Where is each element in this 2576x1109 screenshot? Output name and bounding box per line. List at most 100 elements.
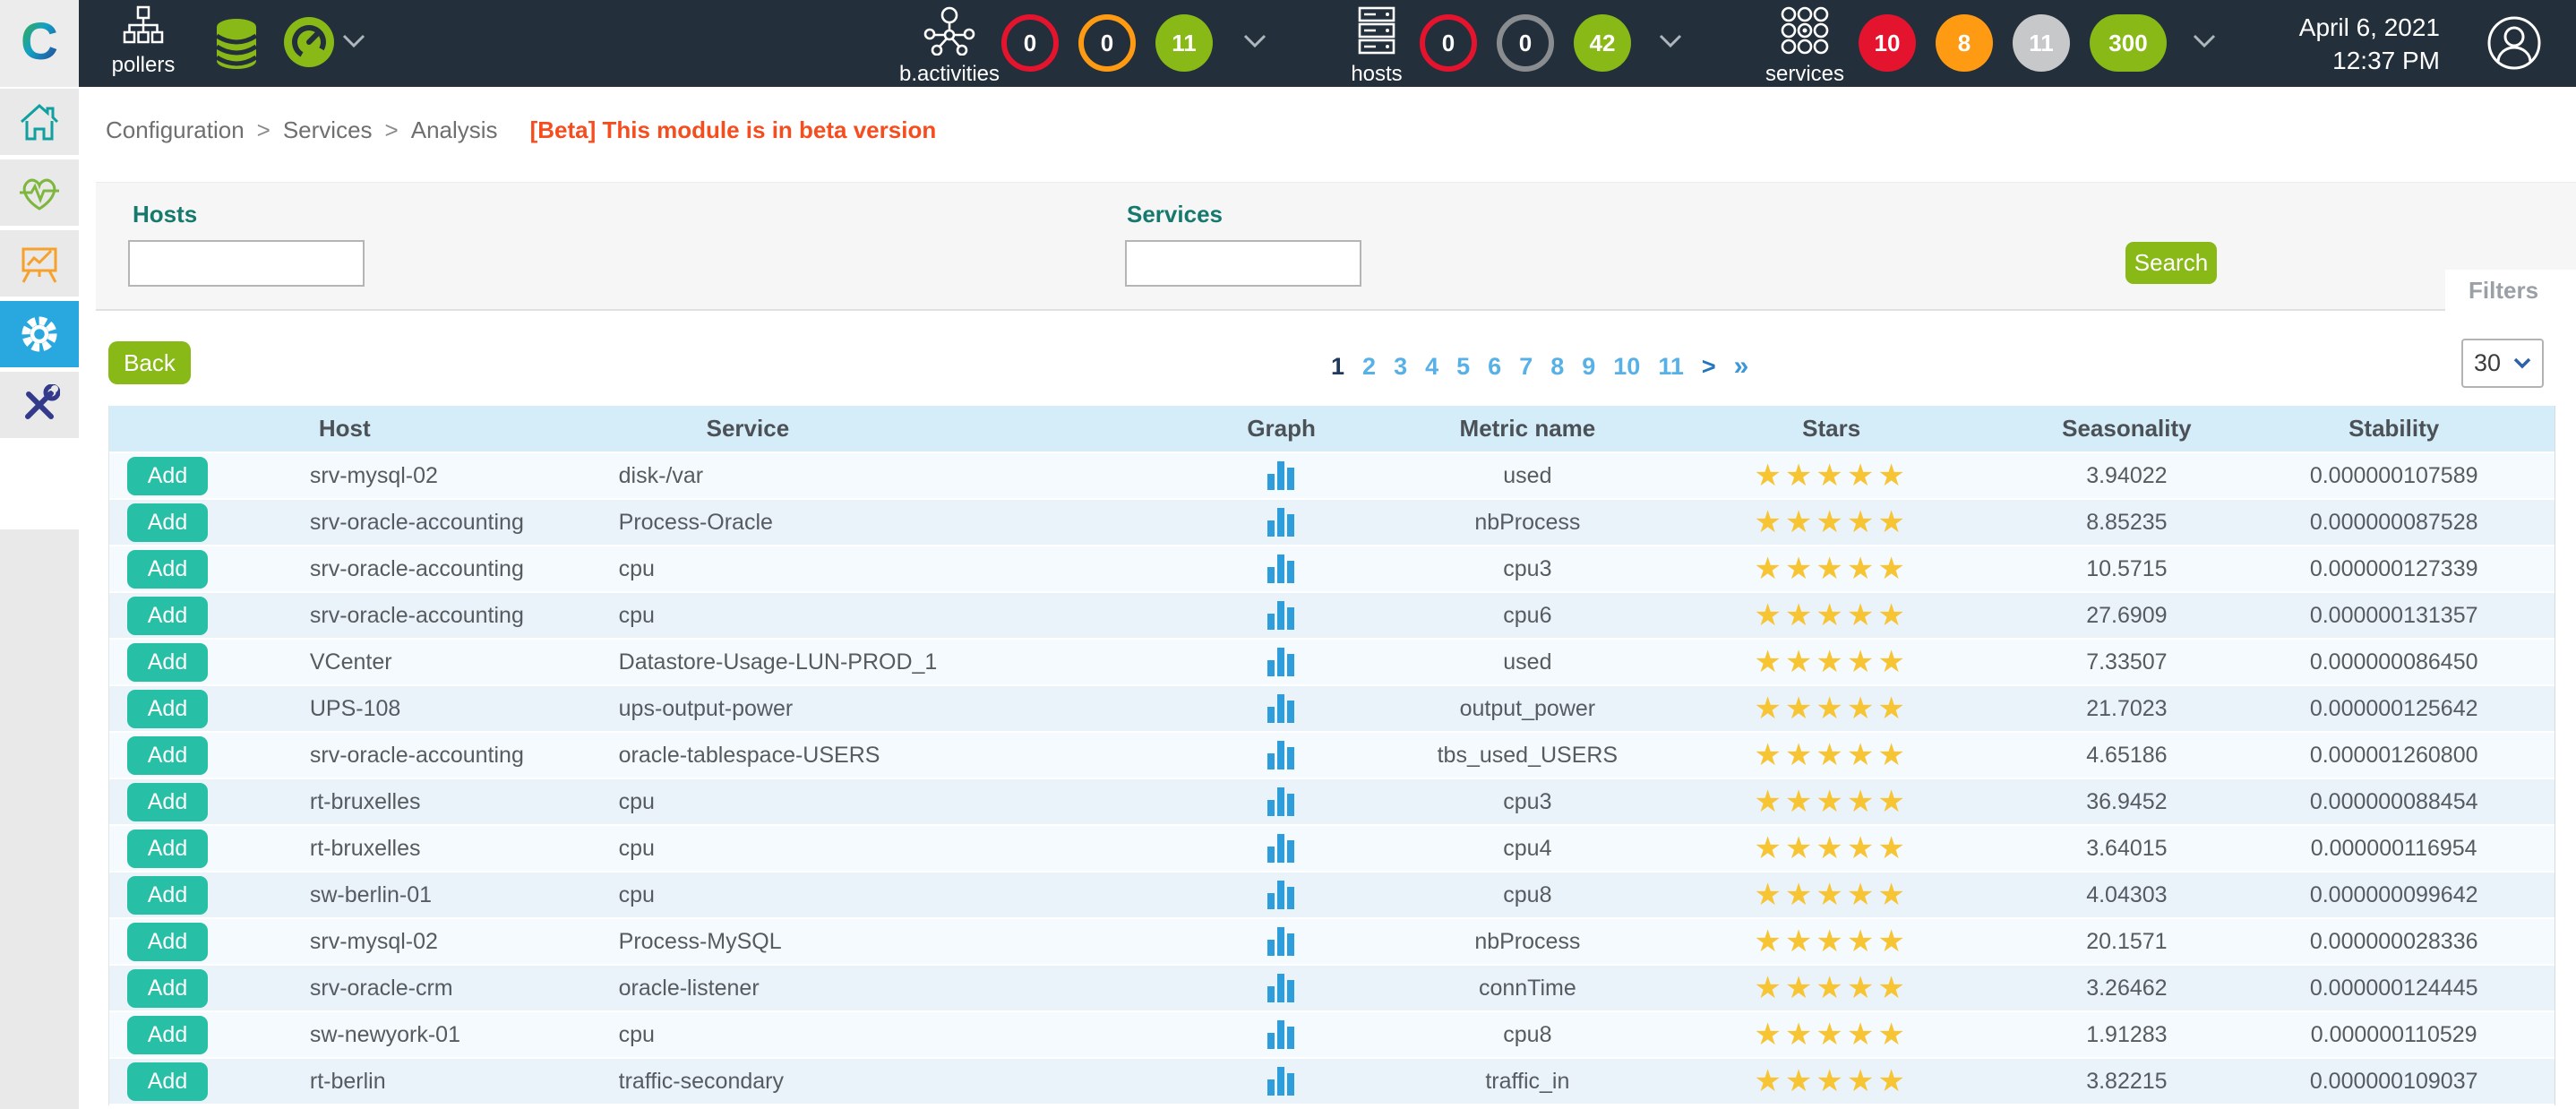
graph-icon[interactable] <box>1266 1065 1298 1097</box>
graph-icon[interactable] <box>1266 972 1298 1004</box>
stability-cell: 0.000000116954 <box>2233 826 2555 871</box>
page-size-select[interactable]: 30 <box>2461 339 2544 388</box>
breadcrumb-services[interactable]: Services <box>283 116 373 144</box>
star-rating: ★★★★★ <box>1754 787 1908 817</box>
metric-cell: cpu3 <box>1413 779 1643 824</box>
sidebar-item-administration[interactable] <box>0 372 79 438</box>
breadcrumb-separator: > <box>385 116 399 144</box>
app-logo[interactable]: C <box>0 0 79 87</box>
gauge-status-icon[interactable] <box>283 16 335 68</box>
table-row: Add srv-mysql-02 disk-/var used ★★★★★ 3.… <box>109 453 2555 498</box>
last-page-button[interactable]: » <box>1734 351 1749 382</box>
header-service: Service <box>592 406 1151 451</box>
add-button[interactable]: Add <box>127 457 208 495</box>
hosts-entity[interactable]: hosts <box>1336 5 1417 87</box>
services-badge-fill-gray[interactable]: 11 <box>2013 14 2070 72</box>
page-link-2[interactable]: 2 <box>1362 353 1376 381</box>
page-link-11[interactable]: 11 <box>1658 353 1684 381</box>
page-link-4[interactable]: 4 <box>1425 353 1438 381</box>
services-chevron-down-icon[interactable] <box>2193 34 2216 48</box>
page-link-7[interactable]: 7 <box>1519 353 1533 381</box>
pollers-chevron-down-icon[interactable] <box>342 34 365 48</box>
graph-icon[interactable] <box>1266 599 1298 632</box>
page-link-8[interactable]: 8 <box>1550 353 1564 381</box>
hosts-chevron-down-icon[interactable] <box>1659 34 1682 48</box>
graph-icon[interactable] <box>1266 460 1298 492</box>
sidebar-item-home[interactable] <box>0 89 79 155</box>
page-link-9[interactable]: 9 <box>1582 353 1595 381</box>
sidebar-item-monitoring[interactable] <box>0 159 79 226</box>
ba-chevron-down-icon[interactable] <box>1243 34 1267 48</box>
graph-icon[interactable] <box>1266 739 1298 771</box>
sidebar-item-reporting[interactable] <box>0 230 79 297</box>
add-button[interactable]: Add <box>127 503 208 542</box>
graph-icon[interactable] <box>1266 925 1298 958</box>
graph-icon[interactable] <box>1266 692 1298 725</box>
hosts-badge-ring-gray[interactable]: 0 <box>1497 14 1554 72</box>
services-badge-fill-green[interactable]: 300 <box>2090 14 2167 72</box>
database-status-icon[interactable] <box>213 18 260 70</box>
add-button[interactable]: Add <box>127 783 208 821</box>
add-button[interactable]: Add <box>127 736 208 775</box>
table-row: Add sw-newyork-01 cpu cpu8 ★★★★★ 1.91283… <box>109 1012 2555 1057</box>
graph-icon[interactable] <box>1266 832 1298 864</box>
back-button[interactable]: Back <box>108 341 191 384</box>
graph-icon[interactable] <box>1266 506 1298 538</box>
service-cell: Process-MySQL <box>592 919 1151 964</box>
user-avatar-icon[interactable] <box>2486 15 2542 71</box>
seasonality-cell: 4.65186 <box>2020 733 2233 778</box>
add-button[interactable]: Add <box>127 876 208 915</box>
page-link-6[interactable]: 6 <box>1488 353 1501 381</box>
add-button[interactable]: Add <box>127 969 208 1008</box>
stability-cell: 0.000001260800 <box>2233 733 2555 778</box>
centreon-screen: C pollers <box>0 0 2576 1109</box>
search-button[interactable]: Search <box>2125 242 2217 284</box>
page-link-5[interactable]: 5 <box>1456 353 1470 381</box>
next-page-button[interactable]: > <box>1702 353 1716 381</box>
metric-cell: traffic_in <box>1413 1059 1643 1104</box>
services-badge-fill-red[interactable]: 10 <box>1859 14 1916 72</box>
page-link-3[interactable]: 3 <box>1394 353 1407 381</box>
graph-icon[interactable] <box>1266 879 1298 911</box>
page-link-1[interactable]: 1 <box>1331 353 1344 381</box>
services-entity[interactable]: services <box>1756 5 1854 87</box>
graph-icon[interactable] <box>1266 553 1298 585</box>
host-cell: rt-bruxelles <box>263 826 592 871</box>
star-rating: ★★★★★ <box>1754 460 1908 491</box>
add-button[interactable]: Add <box>127 923 208 961</box>
graph-icon[interactable] <box>1266 1019 1298 1051</box>
ba-entity[interactable]: b.activities <box>896 5 1003 87</box>
hosts-filter-input[interactable] <box>128 240 365 287</box>
hosts-badge-ring-red[interactable]: 0 <box>1420 14 1477 72</box>
page-link-10[interactable]: 10 <box>1613 353 1640 381</box>
ba-label: b.activities <box>896 62 1003 87</box>
add-button[interactable]: Add <box>127 1016 208 1054</box>
b.activities-badge-fill-green[interactable]: 11 <box>1155 14 1213 72</box>
add-button[interactable]: Add <box>127 1062 208 1101</box>
breadcrumb-configuration[interactable]: Configuration <box>106 116 245 144</box>
sidebar-item-configuration[interactable] <box>0 301 79 367</box>
pollers-entity[interactable]: pollers <box>106 5 181 78</box>
graph-icon[interactable] <box>1266 786 1298 818</box>
seasonality-cell: 3.64015 <box>2020 826 2233 871</box>
services-filter-input[interactable] <box>1125 240 1361 287</box>
add-button[interactable]: Add <box>127 690 208 728</box>
hosts-badge-fill-green[interactable]: 42 <box>1574 14 1631 72</box>
add-button[interactable]: Add <box>127 643 208 682</box>
add-button[interactable]: Add <box>127 597 208 635</box>
metrics-table: Host Service Graph Metric name Stars Sea… <box>108 406 2555 1105</box>
graph-icon[interactable] <box>1266 646 1298 678</box>
metric-cell: cpu4 <box>1413 826 1643 871</box>
pagination: 123456789 10 11 > » <box>1331 351 1748 382</box>
services-badge-fill-orange[interactable]: 8 <box>1936 14 1993 72</box>
b.activities-badge-ring-orange[interactable]: 0 <box>1078 14 1136 72</box>
filters-toggle[interactable]: Filters <box>2445 270 2576 312</box>
top-bar: C pollers <box>0 0 2576 87</box>
host-cell: sw-berlin-01 <box>263 873 592 917</box>
b.activities-badge-ring-red[interactable]: 0 <box>1001 14 1059 72</box>
add-button[interactable]: Add <box>127 550 208 589</box>
table-header-row: Host Service Graph Metric name Stars Sea… <box>109 406 2555 451</box>
stability-cell: 0.000000099642 <box>2233 873 2555 917</box>
add-button[interactable]: Add <box>127 830 208 868</box>
breadcrumb-analysis[interactable]: Analysis <box>411 116 498 144</box>
